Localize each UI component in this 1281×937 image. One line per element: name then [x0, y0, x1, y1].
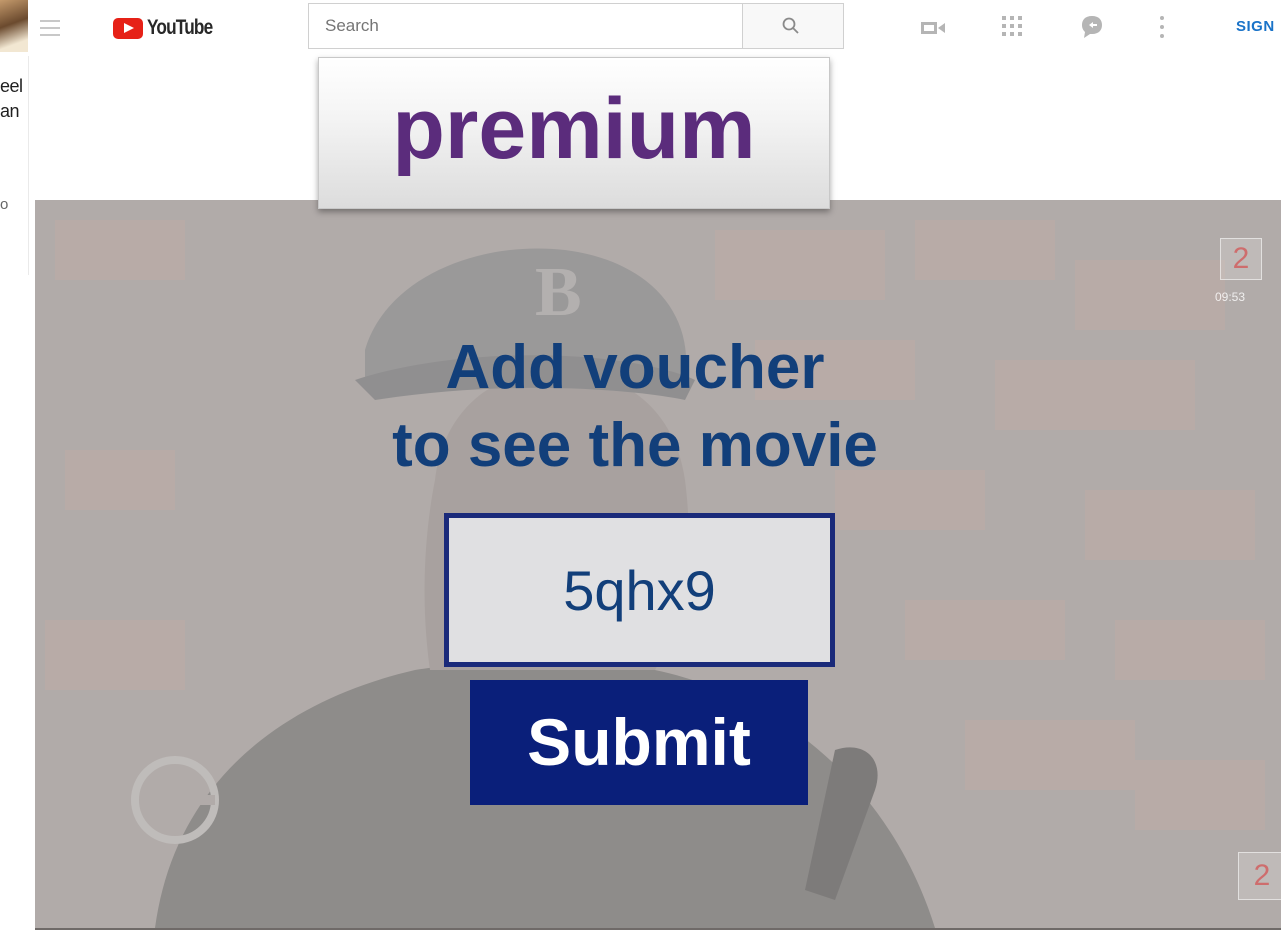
peek-meta: o [0, 196, 8, 213]
submit-button[interactable]: Submit [470, 680, 808, 805]
search-input[interactable] [308, 3, 742, 49]
peek-title-line: an [0, 101, 20, 121]
page: eel an o YouTube Search SIGN premium B 2… [0, 0, 1281, 937]
premium-label: premium [392, 81, 756, 177]
hamburger-menu-icon[interactable] [40, 20, 60, 36]
channel-watermark: 2 [1220, 238, 1262, 280]
sidebar-peek: eel an o [0, 0, 29, 275]
search-button[interactable] [742, 3, 844, 49]
top-navigation-bar: YouTube Search SIGN [28, 0, 1281, 56]
logo-wordmark: YouTube [147, 16, 213, 39]
voucher-heading: Add voucher to see the movie [35, 329, 1235, 485]
vertical-dots-icon[interactable] [1158, 14, 1166, 40]
voucher-heading-line: to see the movie [392, 411, 878, 480]
youtube-logo[interactable]: YouTube [113, 16, 227, 40]
grid-apps-icon[interactable] [1000, 14, 1024, 38]
sign-in-button[interactable]: SIGN [1236, 18, 1275, 35]
premium-badge: premium [318, 57, 830, 209]
video-camera-icon[interactable] [920, 20, 946, 36]
peek-thumbnail[interactable] [0, 0, 28, 52]
voucher-code-input[interactable] [444, 513, 835, 667]
video-player[interactable]: B 2 09:53 2 Add voucher to see the movie… [35, 200, 1281, 930]
youtube-play-icon [113, 17, 143, 39]
magnifier-icon [782, 17, 799, 34]
voucher-heading-line: Add voucher [445, 333, 825, 402]
player-timestamp: 09:53 [1215, 290, 1246, 304]
peek-title-line: eel [0, 76, 23, 96]
channel-watermark: 2 [1238, 852, 1281, 900]
chat-bubble-icon[interactable] [1080, 14, 1104, 40]
